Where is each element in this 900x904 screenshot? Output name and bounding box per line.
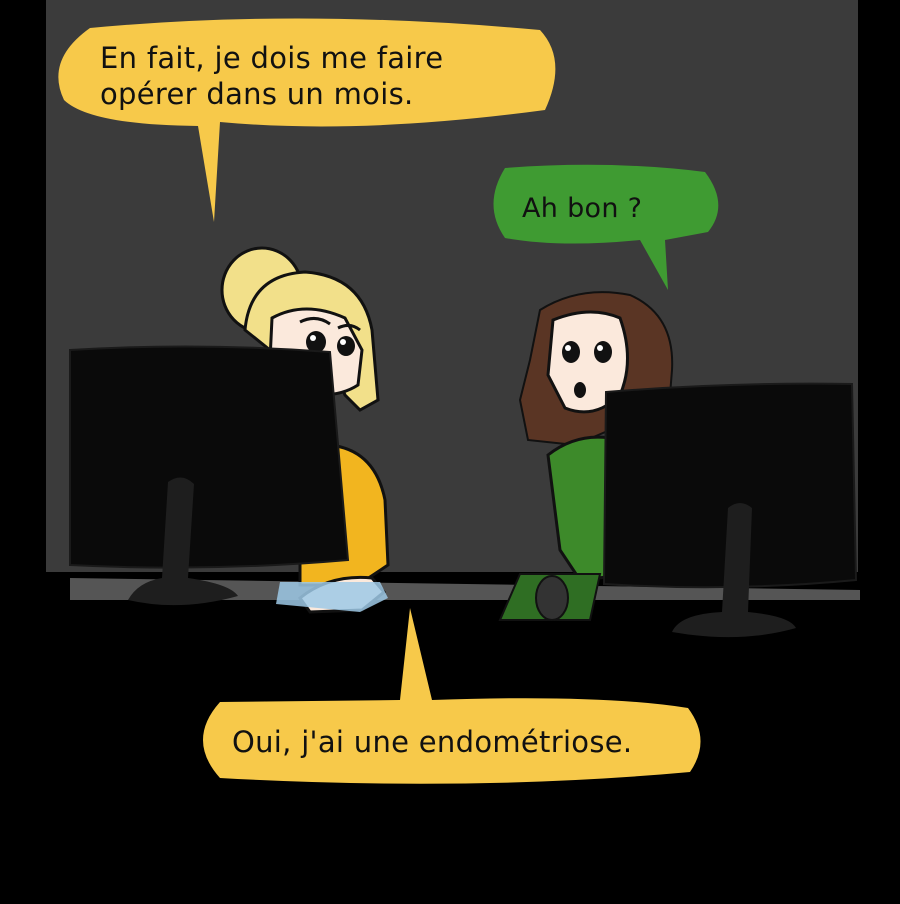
green-bubble-text: Ah bon ? bbox=[522, 193, 643, 224]
comic-illustration bbox=[0, 0, 900, 904]
top-bubble-line-2: opérer dans un mois. bbox=[100, 77, 414, 112]
left-monitor-screen bbox=[69, 345, 350, 569]
comic-panel: En fait, je dois me faire opérer dans un… bbox=[0, 0, 900, 904]
top-bubble-text: En fait, je dois me faire opérer dans un… bbox=[100, 40, 520, 113]
brunette-eye-left bbox=[562, 341, 580, 363]
blonde-eye-right bbox=[337, 336, 355, 356]
top-bubble-line-1: En fait, je dois me faire bbox=[100, 41, 444, 75]
brunette-eye-right bbox=[594, 341, 612, 363]
computer-mouse bbox=[535, 575, 569, 621]
brunette-mouth bbox=[574, 382, 586, 398]
bottom-bubble-text: Oui, j'ai une endométriose. bbox=[232, 725, 633, 759]
